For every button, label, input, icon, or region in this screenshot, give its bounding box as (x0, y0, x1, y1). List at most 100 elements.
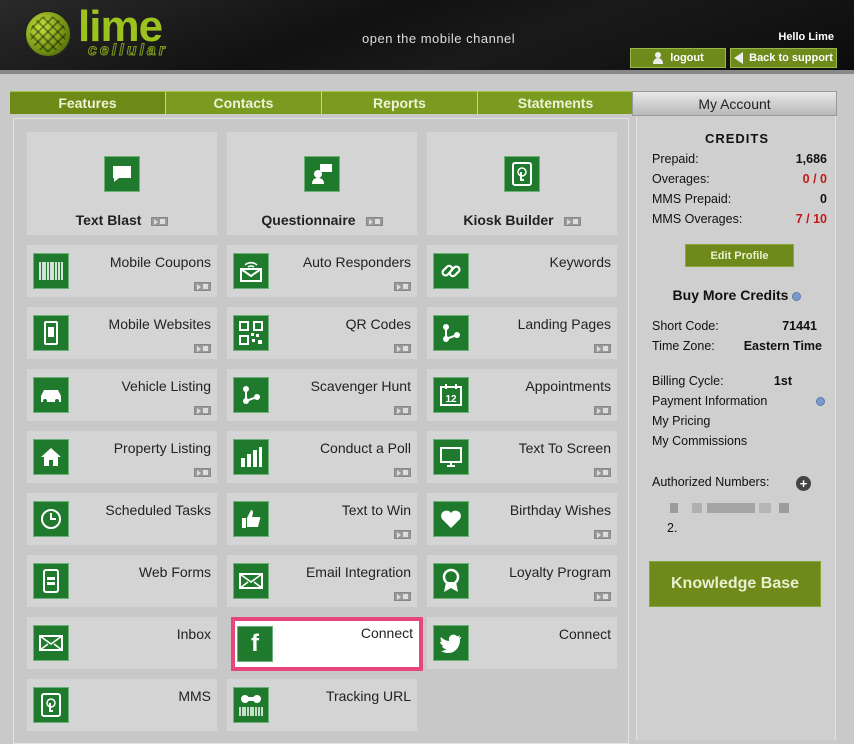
video-tutorial-icon[interactable] (365, 216, 383, 226)
video-tutorial-icon[interactable] (194, 282, 211, 291)
person-speech-icon (304, 156, 340, 192)
tab-my-account[interactable]: My Account (632, 91, 837, 116)
feature-inbox[interactable]: Inbox (27, 617, 217, 669)
video-tutorial-icon[interactable] (194, 468, 211, 477)
feature-text-blast[interactable]: Text Blast (27, 132, 217, 235)
feature-qr-codes[interactable]: QR Codes (227, 307, 417, 359)
info-icon[interactable] (792, 291, 802, 301)
video-tutorial-icon[interactable] (563, 216, 581, 226)
authorized-number-2: 2. (667, 521, 678, 535)
back-arrow-icon (734, 52, 744, 64)
back-to-support-button[interactable]: Back to support (730, 48, 837, 68)
video-tutorial-icon[interactable] (594, 592, 611, 601)
feature-auto-responders[interactable]: Auto Responders (227, 245, 417, 297)
header-divider (0, 70, 854, 74)
video-tutorial-icon[interactable] (394, 592, 411, 601)
thumbs-up-icon (233, 501, 269, 537)
mail-signal-icon (233, 253, 269, 289)
feature-label: Web Forms (138, 564, 211, 580)
prepaid-label: Prepaid: (652, 152, 699, 166)
video-tutorial-icon[interactable] (151, 216, 169, 226)
feature-questionnaire[interactable]: Questionnaire (227, 132, 417, 235)
video-tutorial-icon[interactable] (394, 468, 411, 477)
time-zone-value: Eastern Time (743, 339, 822, 353)
redacted-number (759, 503, 771, 513)
feature-label: Mobile Websites (108, 316, 211, 332)
feature-text-to-win[interactable]: Text to Win (227, 493, 417, 545)
feature-keywords[interactable]: Keywords (427, 245, 617, 297)
house-icon (33, 439, 69, 475)
tab-statements[interactable]: Statements (478, 91, 633, 114)
add-number-icon[interactable]: + (796, 476, 811, 491)
envelope-icon (33, 625, 69, 661)
twitter-bird-icon (433, 625, 469, 661)
video-tutorial-icon[interactable] (594, 468, 611, 477)
feature-birthday-wishes[interactable]: Birthday Wishes (427, 493, 617, 545)
calendar-icon: 12 (433, 377, 469, 413)
mms-overages-row: MMS Overages: 7 / 10 (652, 212, 827, 226)
video-tutorial-icon[interactable] (594, 344, 611, 353)
edit-profile-button[interactable]: Edit Profile (685, 244, 794, 267)
feature-landing-pages[interactable]: Landing Pages (427, 307, 617, 359)
main-nav: Features Contacts Reports Statements (10, 91, 634, 114)
feature-twitter-connect[interactable]: Connect (427, 617, 617, 669)
feature-label: Inbox (176, 626, 211, 642)
prepaid-row: Prepaid: 1,686 (652, 152, 827, 166)
feature-property-listing[interactable]: Property Listing (27, 431, 217, 483)
feature-label: Email Integration (305, 564, 411, 580)
info-icon[interactable] (816, 397, 825, 406)
my-pricing-link[interactable]: My Pricing (652, 414, 827, 428)
lime-cellular-logo[interactable]: lime cellular (22, 2, 192, 62)
redacted-number (692, 503, 702, 513)
feature-vehicle-listing[interactable]: Vehicle Listing (27, 369, 217, 421)
knowledge-base-button[interactable]: Knowledge Base (649, 561, 821, 607)
my-commissions-link[interactable]: My Commissions (652, 434, 827, 448)
tab-features[interactable]: Features (10, 91, 165, 114)
feature-mms[interactable]: MMS (27, 679, 217, 731)
buy-more-credits-link[interactable]: Buy More Credits (637, 287, 837, 303)
feature-label: Tracking URL (325, 688, 411, 704)
feature-tracking-url[interactable]: Tracking URL (227, 679, 417, 731)
video-tutorial-icon[interactable] (394, 406, 411, 415)
chat-bubble-icon (104, 156, 140, 192)
mms-prepaid-row: MMS Prepaid: 0 (652, 192, 827, 206)
tab-reports[interactable]: Reports (322, 91, 477, 114)
heart-icon (433, 501, 469, 537)
feature-scheduled-tasks[interactable]: Scheduled Tasks (27, 493, 217, 545)
monitor-icon (433, 439, 469, 475)
feature-kiosk-builder[interactable]: Kiosk Builder (427, 132, 617, 235)
video-tutorial-icon[interactable] (394, 344, 411, 353)
feature-email-integration[interactable]: Email Integration (227, 555, 417, 607)
video-tutorial-icon[interactable] (394, 530, 411, 539)
feature-web-forms[interactable]: Web Forms (27, 555, 217, 607)
feature-scavenger-hunt[interactable]: Scavenger Hunt (227, 369, 417, 421)
feature-text-to-screen[interactable]: Text To Screen (427, 431, 617, 483)
video-tutorial-icon[interactable] (394, 282, 411, 291)
video-tutorial-icon[interactable] (594, 406, 611, 415)
feature-appointments[interactable]: 12 Appointments (427, 369, 617, 421)
tab-contacts[interactable]: Contacts (166, 91, 321, 114)
feature-label: Connect (558, 626, 611, 642)
feature-mobile-coupons[interactable]: Mobile Coupons (27, 245, 217, 297)
mobile-phone-icon (33, 315, 69, 351)
video-tutorial-icon[interactable] (594, 530, 611, 539)
feature-facebook-connect[interactable]: f Connect (231, 617, 423, 671)
logout-button[interactable]: logout (630, 48, 726, 68)
feature-label: MMS (178, 688, 211, 704)
payment-information-link[interactable]: Payment Information (652, 394, 827, 408)
video-tutorial-icon[interactable] (194, 406, 211, 415)
logo-subtext: cellular (87, 42, 169, 60)
billing-cycle-row: Billing Cycle: 1st (652, 374, 827, 388)
feature-mobile-websites[interactable]: Mobile Websites (27, 307, 217, 359)
video-tutorial-icon[interactable] (194, 344, 211, 353)
mms-overages-label: MMS Overages: (652, 212, 743, 226)
feature-label: Appointments (525, 378, 611, 394)
short-code-row: Short Code: 71441 (652, 319, 827, 333)
account-sidebar: CREDITS Prepaid: 1,686 Overages: 0 / 0 M… (636, 116, 836, 740)
greeting: Hello Lime (778, 31, 834, 43)
award-ribbon-icon (433, 563, 469, 599)
feature-loyalty-program[interactable]: Loyalty Program (427, 555, 617, 607)
feature-conduct-a-poll[interactable]: Conduct a Poll (227, 431, 417, 483)
overages-value: 0 / 0 (802, 172, 827, 186)
feature-label: Connect (360, 625, 413, 641)
